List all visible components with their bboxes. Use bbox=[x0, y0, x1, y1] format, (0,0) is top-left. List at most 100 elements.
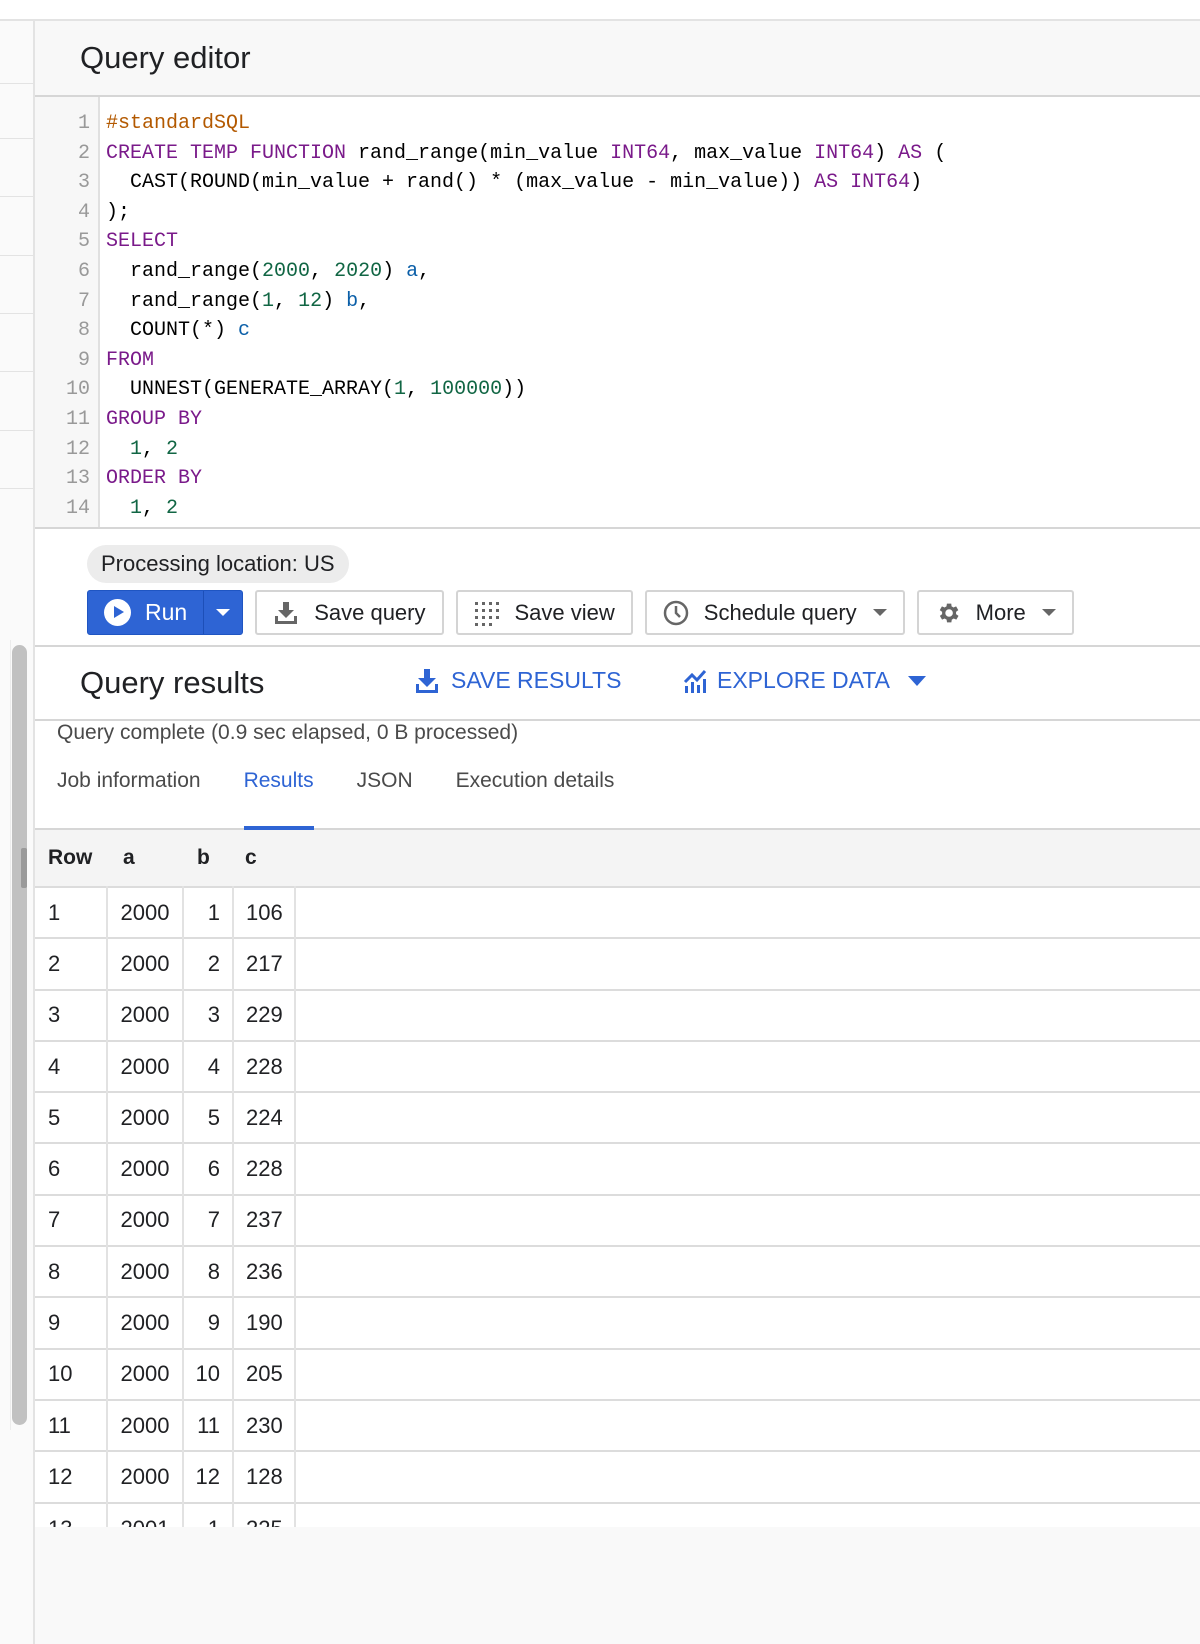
save-results-button[interactable]: SAVE RESULTS bbox=[415, 667, 621, 694]
code-token-kw: CREATE TEMP FUNCTION bbox=[106, 141, 347, 165]
top-strip bbox=[0, 0, 1200, 21]
explore-data-button[interactable]: EXPLORE DATA bbox=[683, 667, 926, 694]
schedule-query-button[interactable]: Schedule query bbox=[644, 590, 905, 635]
code-line[interactable]: 1, 2 bbox=[106, 494, 946, 524]
code-token-num: 1 bbox=[130, 496, 143, 520]
line-number: 7 bbox=[77, 289, 90, 313]
caret-down-icon bbox=[907, 675, 926, 686]
a-cell: 2000 bbox=[107, 988, 184, 1041]
table-row[interactable]: 10 2000 10 205 bbox=[35, 1347, 1200, 1400]
a-cell: 2000 bbox=[107, 1039, 184, 1093]
caret-down-icon bbox=[216, 609, 231, 616]
table-row[interactable]: 4 2000 4 228 bbox=[35, 1039, 1200, 1093]
save-view-button[interactable]: Save view bbox=[455, 590, 633, 635]
code-line[interactable]: SELECT bbox=[106, 227, 946, 257]
a-cell: 2000 bbox=[107, 1347, 184, 1400]
code-line[interactable]: GROUP BY bbox=[106, 405, 946, 435]
code-token-num: 2 bbox=[166, 437, 179, 461]
code-line[interactable]: rand_range(2000, 2020) a, bbox=[106, 257, 946, 287]
line-number: 1 bbox=[77, 112, 90, 135]
tab-json[interactable]: JSON bbox=[357, 763, 413, 830]
code-token-num: 12 bbox=[298, 289, 323, 313]
table-row[interactable]: 2 2000 2 217 bbox=[35, 937, 1200, 990]
row-number-cell: 7 bbox=[35, 1193, 108, 1247]
row-number-cell: 11 bbox=[35, 1398, 108, 1452]
table-row[interactable]: 3 2000 3 229 bbox=[35, 988, 1200, 1041]
clock-icon bbox=[663, 600, 689, 626]
run-options-dropdown[interactable] bbox=[204, 591, 242, 634]
table-row[interactable]: 6 2000 6 228 bbox=[35, 1142, 1200, 1195]
tab-execution-details[interactable]: Execution details bbox=[456, 763, 615, 830]
code-token-plain: , bbox=[418, 259, 431, 283]
code-token-kw: GROUP BY bbox=[106, 407, 203, 431]
table-row[interactable]: 5 2000 5 224 bbox=[35, 1091, 1200, 1144]
code-token-num: 1 bbox=[262, 289, 275, 313]
table-row[interactable]: 1 2000 1 106 bbox=[35, 885, 1200, 939]
code-token-alias: a bbox=[406, 259, 419, 283]
table-row[interactable]: 9 2000 9 190 bbox=[35, 1296, 1200, 1349]
c-cell: 229 bbox=[233, 988, 296, 1041]
resize-handle[interactable] bbox=[21, 848, 27, 888]
code-line[interactable]: COUNT(*) c bbox=[106, 316, 946, 346]
run-button[interactable]: Run bbox=[88, 591, 205, 634]
table-row[interactable]: 7 2000 7 237 bbox=[35, 1193, 1200, 1247]
filler-cell bbox=[295, 1039, 1200, 1093]
c-cell: 224 bbox=[233, 1091, 296, 1144]
chart-icon bbox=[683, 669, 707, 693]
c-cell: 228 bbox=[233, 1142, 296, 1195]
a-cell: 2000 bbox=[107, 885, 184, 939]
editor-header: Query editor bbox=[35, 21, 1200, 97]
b-cell: 7 bbox=[183, 1193, 234, 1247]
b-cell: 6 bbox=[183, 1142, 234, 1195]
action-buttons: Run Save query Save view Schedule query … bbox=[87, 590, 1074, 635]
code-token-plain: , max_value bbox=[670, 141, 815, 165]
code-line[interactable]: CAST(ROUND(min_value + rand() * (max_val… bbox=[106, 168, 946, 198]
sidebar-divider bbox=[0, 138, 33, 139]
code-line[interactable]: ); bbox=[106, 198, 946, 228]
filler-cell bbox=[295, 885, 1200, 939]
code-token-plain: ( bbox=[922, 141, 947, 165]
c-cell: 205 bbox=[233, 1347, 296, 1400]
code-line[interactable]: CREATE TEMP FUNCTION rand_range(min_valu… bbox=[106, 139, 946, 169]
code-token-plain: CAST(ROUND(min_value + rand() * (max_val… bbox=[106, 171, 815, 195]
processing-location-chip[interactable]: Processing location: US bbox=[87, 545, 349, 583]
b-cell: 10 bbox=[183, 1347, 234, 1400]
filler-cell bbox=[295, 1296, 1200, 1349]
code-line[interactable]: #standardSQL bbox=[106, 109, 946, 139]
row-number-cell: 4 bbox=[35, 1039, 108, 1093]
code-line[interactable]: ORDER BY bbox=[106, 464, 946, 494]
code-token-plain: UNNEST(GENERATE_ARRAY( bbox=[106, 378, 395, 402]
line-number: 4 bbox=[77, 200, 90, 224]
code-token-plain: , bbox=[358, 289, 371, 313]
code-token-kw: INT64 bbox=[610, 141, 671, 165]
grid-dots-icon bbox=[474, 600, 500, 626]
download-icon bbox=[416, 668, 438, 693]
table-row[interactable]: 11 2000 11 230 bbox=[35, 1398, 1200, 1452]
row-number-cell: 3 bbox=[35, 988, 108, 1041]
code-token-alias: c bbox=[238, 319, 251, 343]
table-row[interactable]: 8 2000 8 236 bbox=[35, 1245, 1200, 1298]
code-line[interactable]: FROM bbox=[106, 346, 946, 376]
more-button[interactable]: More bbox=[916, 590, 1074, 635]
column-header-row: Row bbox=[35, 830, 107, 887]
tab-results[interactable]: Results bbox=[243, 763, 314, 830]
tab-job-information[interactable]: Job information bbox=[57, 763, 201, 830]
code-text[interactable]: #standardSQL CREATE TEMP FUNCTION rand_ra… bbox=[100, 97, 946, 527]
filler-cell bbox=[295, 988, 1200, 1041]
row-number-cell: 5 bbox=[35, 1091, 108, 1144]
table-row[interactable]: 12 2000 12 128 bbox=[35, 1450, 1200, 1503]
code-token-plain: rand_range( bbox=[106, 259, 263, 283]
explore-data-label: EXPLORE DATA bbox=[717, 667, 890, 693]
a-cell: 2000 bbox=[107, 1450, 184, 1503]
code-editor[interactable]: 1 2 3 4 5 6 7 8 9 10 11 12 13 14 #standardSQL CREATE T… bbox=[35, 97, 1200, 529]
line-number: 14 bbox=[65, 496, 90, 520]
scrollbar-thumb[interactable] bbox=[12, 645, 27, 1425]
code-line[interactable]: UNNEST(GENERATE_ARRAY(1, 100000)) bbox=[106, 375, 946, 405]
code-token-num: 1 bbox=[394, 378, 407, 402]
editor-title: Query editor bbox=[80, 40, 251, 75]
line-number: 9 bbox=[77, 348, 90, 372]
code-line[interactable]: 1, 2 bbox=[106, 435, 946, 465]
code-line[interactable]: rand_range(1, 12) b, bbox=[106, 287, 946, 317]
save-query-button[interactable]: Save query bbox=[255, 590, 444, 635]
